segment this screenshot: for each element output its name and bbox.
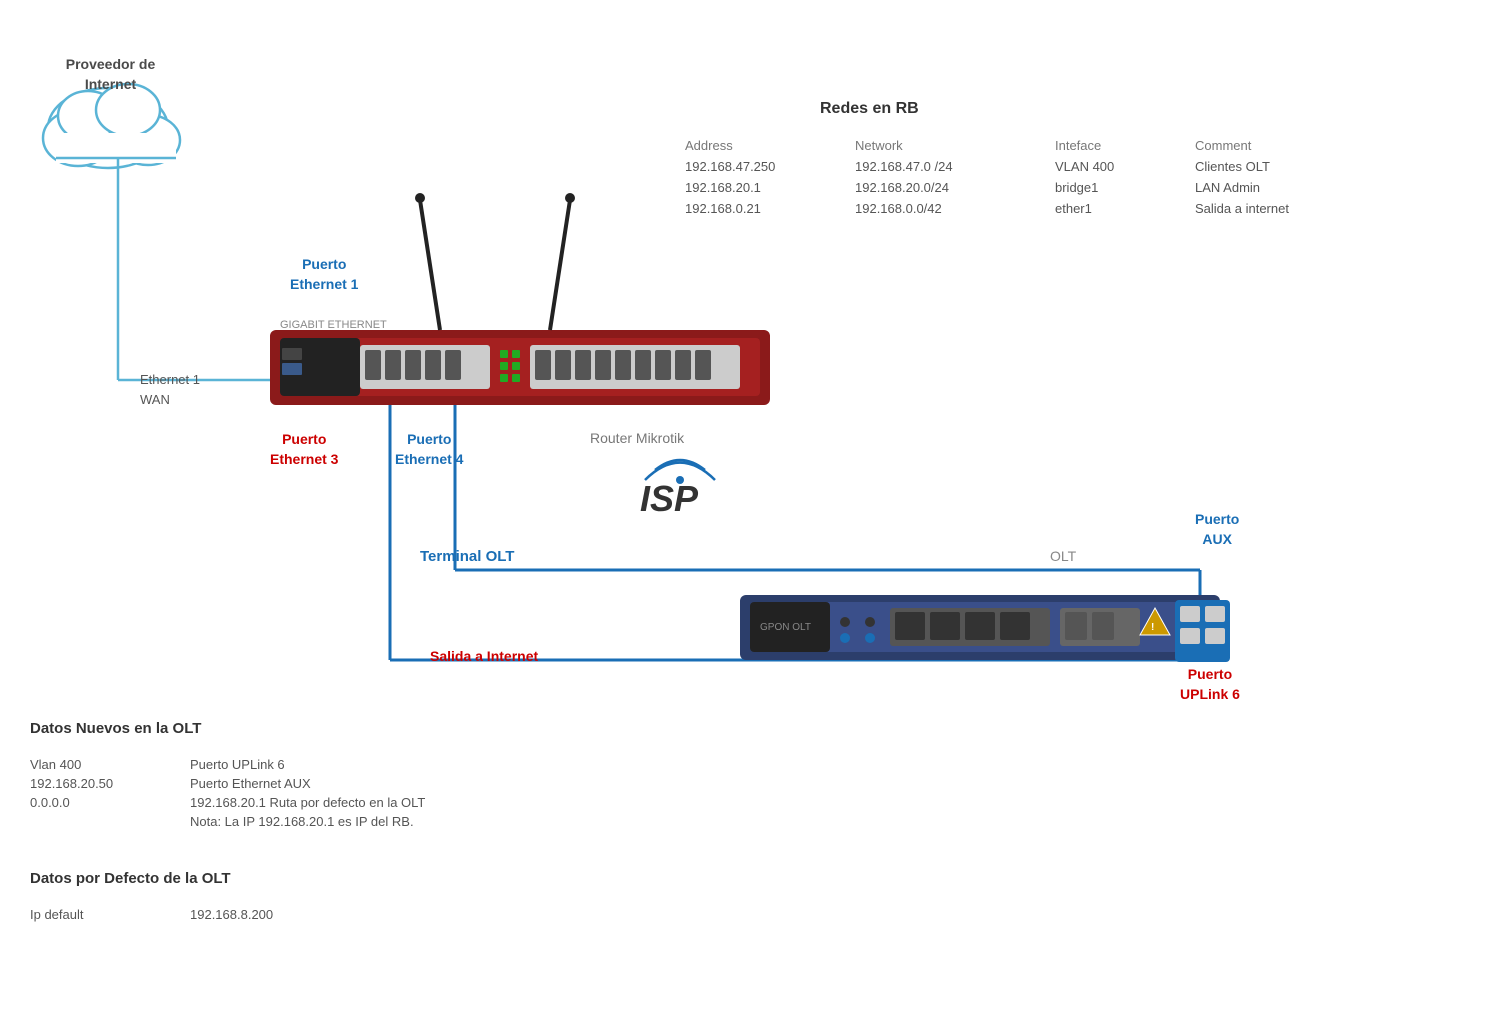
datos-nuevos-value-2: 192.168.20.1 Ruta por defecto en la OLT [190, 795, 425, 810]
puerto-uplink6-label: Puerto UPLink 6 [1180, 665, 1240, 704]
datos-nuevos-label-3 [30, 814, 170, 829]
net-row2-network: 192.168.20.0/24 [850, 177, 1050, 198]
puerto-ethernet4-label: Puerto Ethernet 4 [395, 430, 463, 469]
datos-nuevos-label-2: 0.0.0.0 [30, 795, 170, 810]
olt-label: OLT [1050, 548, 1076, 564]
salida-internet-label: Salida a Internet [430, 648, 538, 664]
puerto-aux-label: Puerto AUX [1195, 510, 1239, 549]
net-row3-network: 192.168.0.0/42 [850, 198, 1050, 219]
datos-nuevos-section: Datos Nuevos en la OLT Vlan 400 Puerto U… [30, 720, 425, 829]
puerto-ethernet3-label: Puerto Ethernet 3 [270, 430, 338, 469]
svg-text:!: ! [1151, 622, 1154, 633]
net-row2-comment: LAN Admin [1190, 177, 1390, 198]
datos-nuevos-label-1: 192.168.20.50 [30, 776, 170, 791]
net-header-interface: Inteface [1050, 135, 1190, 156]
net-row1-interface: VLAN 400 [1050, 156, 1190, 177]
datos-nuevos-value-3: Nota: La IP 192.168.20.1 es IP del RB. [190, 814, 425, 829]
datos-nuevos-value-0: Puerto UPLink 6 [190, 757, 425, 772]
datos-defecto-label-0: Ip default [30, 907, 170, 922]
ethernet1-wan-label: Ethernet 1 WAN [140, 370, 200, 409]
net-header-address: Address [680, 135, 850, 156]
net-row3-address: 192.168.0.21 [680, 198, 850, 219]
datos-nuevos-label-0: Vlan 400 [30, 757, 170, 772]
datos-defecto-title: Datos por Defecto de la OLT [30, 870, 273, 887]
net-row1-network: 192.168.47.0 /24 [850, 156, 1050, 177]
svg-text:GIGABIT ETHERNET: GIGABIT ETHERNET [280, 319, 387, 331]
svg-text:GPON OLT: GPON OLT [760, 622, 811, 633]
diagram-area: GIGABIT ETHERNET GPON OLT [0, 0, 1500, 1031]
redes-en-rb-title: Redes en RB [820, 100, 919, 118]
net-row2-address: 192.168.20.1 [680, 177, 850, 198]
router-mikrotik-label: Router Mikrotik [590, 430, 684, 446]
network-table: Address Network Inteface Comment 192.168… [680, 135, 1390, 219]
datos-nuevos-value-1: Puerto Ethernet AUX [190, 776, 425, 791]
net-row1-address: 192.168.47.250 [680, 156, 850, 177]
datos-defecto-value-0: 192.168.8.200 [190, 907, 273, 922]
isp-label: ISP [640, 478, 698, 520]
terminal-olt-label: Terminal OLT [420, 548, 514, 565]
net-row3-interface: ether1 [1050, 198, 1190, 219]
puerto-ethernet1-label: Puerto Ethernet 1 [290, 255, 358, 294]
net-row2-interface: bridge1 [1050, 177, 1190, 198]
net-row3-comment: Salida a internet [1190, 198, 1390, 219]
net-header-network: Network [850, 135, 1050, 156]
net-header-comment: Comment [1190, 135, 1390, 156]
datos-nuevos-title: Datos Nuevos en la OLT [30, 720, 425, 737]
cloud-label: Proveedor de Internet [38, 55, 183, 94]
datos-defecto-section: Datos por Defecto de la OLT Ip default 1… [30, 870, 273, 922]
net-row1-comment: Clientes OLT [1190, 156, 1390, 177]
